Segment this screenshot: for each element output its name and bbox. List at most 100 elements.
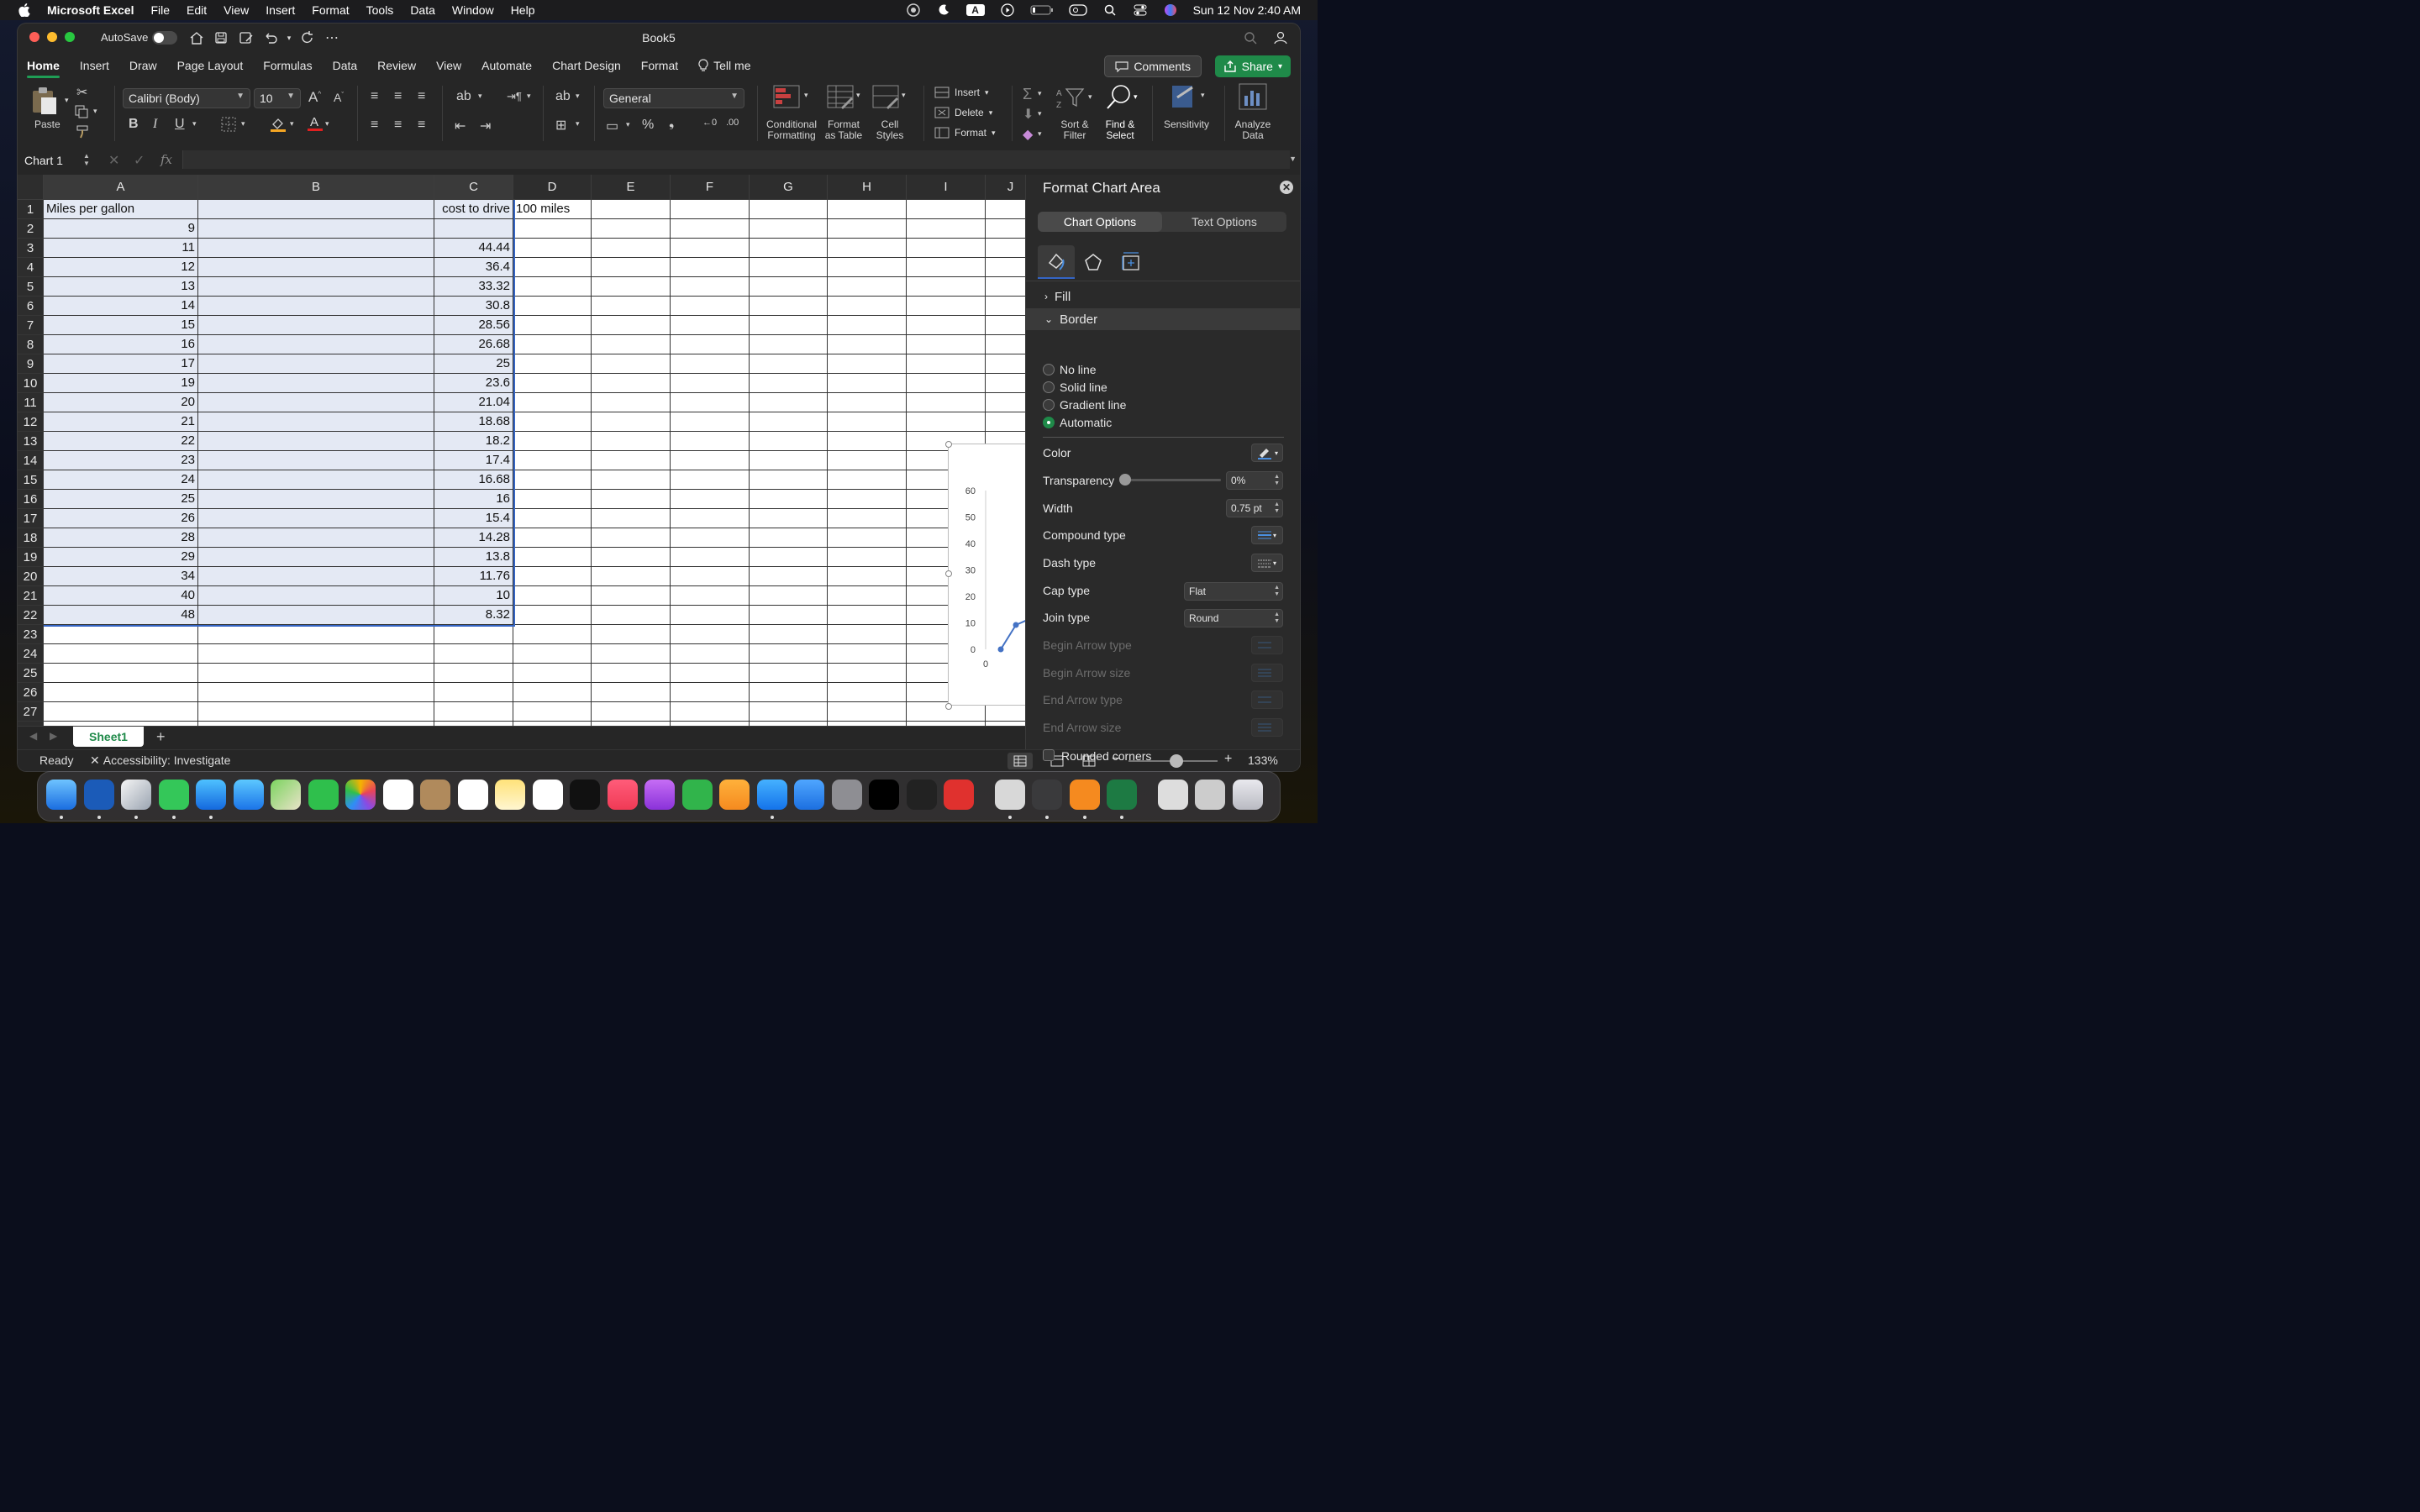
menubar-clock[interactable]: Sun 12 Nov 2:40 AM: [1193, 3, 1301, 17]
cell-h22[interactable]: [828, 606, 907, 625]
row-header-21[interactable]: 21: [18, 586, 44, 606]
facetime-icon[interactable]: [308, 780, 339, 810]
fill-color-dropdown-icon[interactable]: ▾: [290, 119, 294, 129]
effects-category-icon[interactable]: [1075, 245, 1112, 279]
format-painter-icon[interactable]: [76, 125, 90, 143]
contacts-icon[interactable]: [420, 780, 450, 810]
cell-i11[interactable]: [907, 393, 986, 412]
apple-logo-icon[interactable]: [17, 3, 32, 18]
cell-h15[interactable]: [828, 470, 907, 490]
chart-resize-handle[interactable]: [945, 703, 952, 710]
row-header-25[interactable]: 25: [18, 664, 44, 683]
cell-a20[interactable]: 34: [44, 567, 198, 586]
cell-e7[interactable]: [592, 316, 671, 335]
row-header-27[interactable]: 27: [18, 702, 44, 722]
cell-f19[interactable]: [671, 548, 750, 567]
zoom-slider-thumb[interactable]: [1170, 754, 1183, 768]
app-store-icon[interactable]: [756, 780, 787, 810]
accounting-format-icon[interactable]: ▭: [606, 118, 618, 134]
align-left-icon[interactable]: ≡: [371, 118, 378, 133]
cell-b12[interactable]: [198, 412, 434, 432]
cell-d24[interactable]: [513, 644, 592, 664]
cell-d21[interactable]: [513, 586, 592, 606]
font-size-select[interactable]: 10 ▼: [254, 88, 301, 108]
cell-i9[interactable]: [907, 354, 986, 374]
find-select-icon[interactable]: [1105, 84, 1134, 113]
cell-d7[interactable]: [513, 316, 592, 335]
autosum-icon[interactable]: Σ: [1023, 86, 1032, 103]
cell-g26[interactable]: [750, 683, 828, 702]
screen-record-icon[interactable]: [906, 3, 921, 17]
cell-f5[interactable]: [671, 277, 750, 297]
cell-a3[interactable]: 11: [44, 239, 198, 258]
cell-b16[interactable]: [198, 490, 434, 509]
chart-options-tab[interactable]: Chart Options: [1038, 212, 1162, 232]
cell-a8[interactable]: 16: [44, 335, 198, 354]
home-icon[interactable]: [187, 29, 206, 47]
cell-h13[interactable]: [828, 432, 907, 451]
cell-i1[interactable]: [907, 200, 986, 219]
battery-icon[interactable]: [1030, 4, 1054, 16]
column-header-h[interactable]: H: [828, 175, 907, 200]
border-section-header[interactable]: ⌄ Border: [1026, 308, 1300, 330]
cell-d22[interactable]: [513, 606, 592, 625]
cell-c20[interactable]: 11.76: [434, 567, 513, 586]
name-box[interactable]: Chart 1 ▲ ▼: [24, 151, 95, 170]
cell-f23[interactable]: [671, 625, 750, 644]
cell-f15[interactable]: [671, 470, 750, 490]
border-color-picker[interactable]: ▾: [1251, 444, 1283, 462]
cell-b6[interactable]: [198, 297, 434, 316]
cell-b19[interactable]: [198, 548, 434, 567]
decrease-indent-icon[interactable]: ⇤: [455, 118, 466, 134]
cell-c27[interactable]: [434, 702, 513, 722]
cell-d1[interactable]: 100 miles: [513, 200, 592, 219]
cell-a18[interactable]: 28: [44, 528, 198, 548]
numbers-icon[interactable]: [681, 780, 713, 810]
search-icon[interactable]: [1241, 29, 1260, 47]
cell-f24[interactable]: [671, 644, 750, 664]
cell-h1[interactable]: [828, 200, 907, 219]
cell-e5[interactable]: [592, 277, 671, 297]
width-stepper-icon[interactable]: ▲ ▼: [1274, 501, 1280, 515]
copy-icon[interactable]: [75, 105, 88, 123]
cell-b27[interactable]: [198, 702, 434, 722]
cell-b18[interactable]: [198, 528, 434, 548]
conditional-formatting-icon[interactable]: [772, 84, 801, 112]
cell-d10[interactable]: [513, 374, 592, 393]
cell-a10[interactable]: 19: [44, 374, 198, 393]
sort-filter-dropdown-icon[interactable]: ▾: [1088, 92, 1092, 102]
cell-d23[interactable]: [513, 625, 592, 644]
cell-e21[interactable]: [592, 586, 671, 606]
cell-e17[interactable]: [592, 509, 671, 528]
tab-insert[interactable]: Insert: [80, 54, 109, 77]
menu-help[interactable]: Help: [511, 3, 535, 17]
cell-c13[interactable]: 18.2: [434, 432, 513, 451]
cell-j4[interactable]: [986, 258, 1026, 277]
messages-icon[interactable]: [158, 780, 189, 810]
cell-c16[interactable]: 16: [434, 490, 513, 509]
fill-color-icon[interactable]: [270, 116, 287, 137]
row-header-4[interactable]: 4: [18, 258, 44, 277]
rounded-corners-checkbox[interactable]: [1043, 749, 1055, 761]
cell-h9[interactable]: [828, 354, 907, 374]
cell-b26[interactable]: [198, 683, 434, 702]
calculator-icon[interactable]: [1032, 780, 1062, 810]
cell-a25[interactable]: [44, 664, 198, 683]
cell-b10[interactable]: [198, 374, 434, 393]
cell-b9[interactable]: [198, 354, 434, 374]
transparency-slider-thumb[interactable]: [1119, 474, 1131, 486]
cell-a14[interactable]: 23: [44, 451, 198, 470]
cell-g12[interactable]: [750, 412, 828, 432]
align-bottom-icon[interactable]: ≡: [418, 89, 425, 104]
format-as-table-label[interactable]: Format as Table: [823, 119, 865, 141]
tab-chart-design[interactable]: Chart Design: [552, 54, 621, 77]
format-as-table-dropdown-icon[interactable]: ▾: [856, 91, 860, 100]
rounded-corners-label[interactable]: Rounded corners: [1061, 749, 1151, 763]
cell-e24[interactable]: [592, 644, 671, 664]
cell-g2[interactable]: [750, 219, 828, 239]
cell-c4[interactable]: 36.4: [434, 258, 513, 277]
tab-data[interactable]: Data: [333, 54, 358, 77]
find-select-label[interactable]: Find & Select: [1100, 119, 1140, 141]
cell-j11[interactable]: [986, 393, 1026, 412]
cell-f7[interactable]: [671, 316, 750, 335]
